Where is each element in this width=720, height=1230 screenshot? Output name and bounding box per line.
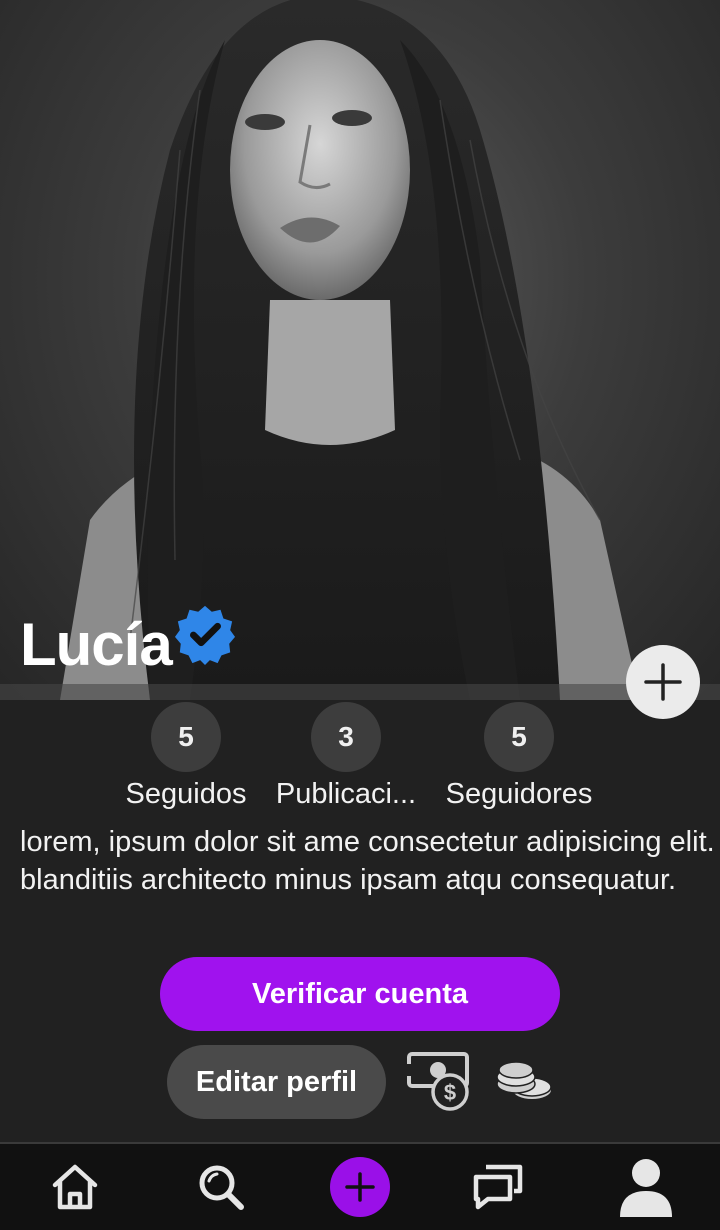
- stat-posts[interactable]: 3 Publicaci...: [270, 702, 422, 811]
- svg-text:$: $: [444, 1080, 456, 1105]
- portrait-image: [60, 0, 640, 700]
- plus-icon: [644, 663, 682, 701]
- profile-icon: [620, 1159, 672, 1217]
- edit-profile-button[interactable]: Editar perfil: [167, 1045, 386, 1119]
- stat-count: 5: [484, 702, 554, 772]
- stat-following[interactable]: 5 Seguidos: [121, 702, 251, 811]
- verify-account-button[interactable]: Verificar cuenta: [160, 957, 560, 1031]
- stat-count: 5: [151, 702, 221, 772]
- home-icon: [52, 1164, 98, 1210]
- plus-icon: [345, 1172, 375, 1202]
- cover-fade: [0, 684, 720, 700]
- nav-profile[interactable]: [611, 1144, 681, 1230]
- add-post-button[interactable]: [330, 1157, 390, 1217]
- profile-stats: 5 Seguidos 3 Publicaci... 5 Seguidores: [0, 702, 720, 812]
- nav-search[interactable]: [186, 1144, 256, 1230]
- stat-label: Seguidos: [125, 778, 247, 810]
- stat-count: 3: [311, 702, 381, 772]
- stat-label: Publicaci...: [275, 778, 417, 810]
- nav-add-post[interactable]: [330, 1144, 390, 1230]
- money-icon[interactable]: $: [405, 1050, 471, 1114]
- nav-messages[interactable]: [463, 1144, 533, 1230]
- profile-bio: lorem, ipsum dolor sit ame consectetur a…: [20, 826, 715, 896]
- verified-badge-icon: [174, 605, 235, 665]
- coins-icon[interactable]: [494, 1060, 554, 1104]
- stat-label: Seguidores: [445, 778, 593, 810]
- stat-followers[interactable]: 5 Seguidores: [440, 702, 598, 811]
- cover-photo: [0, 0, 720, 700]
- nav-home[interactable]: [40, 1144, 110, 1230]
- messages-icon: [473, 1164, 523, 1210]
- profile-header: Lucía: [20, 605, 236, 685]
- profile-name: Lucía: [20, 611, 173, 678]
- search-icon: [199, 1165, 244, 1210]
- bottom-navbar: [0, 1142, 720, 1230]
